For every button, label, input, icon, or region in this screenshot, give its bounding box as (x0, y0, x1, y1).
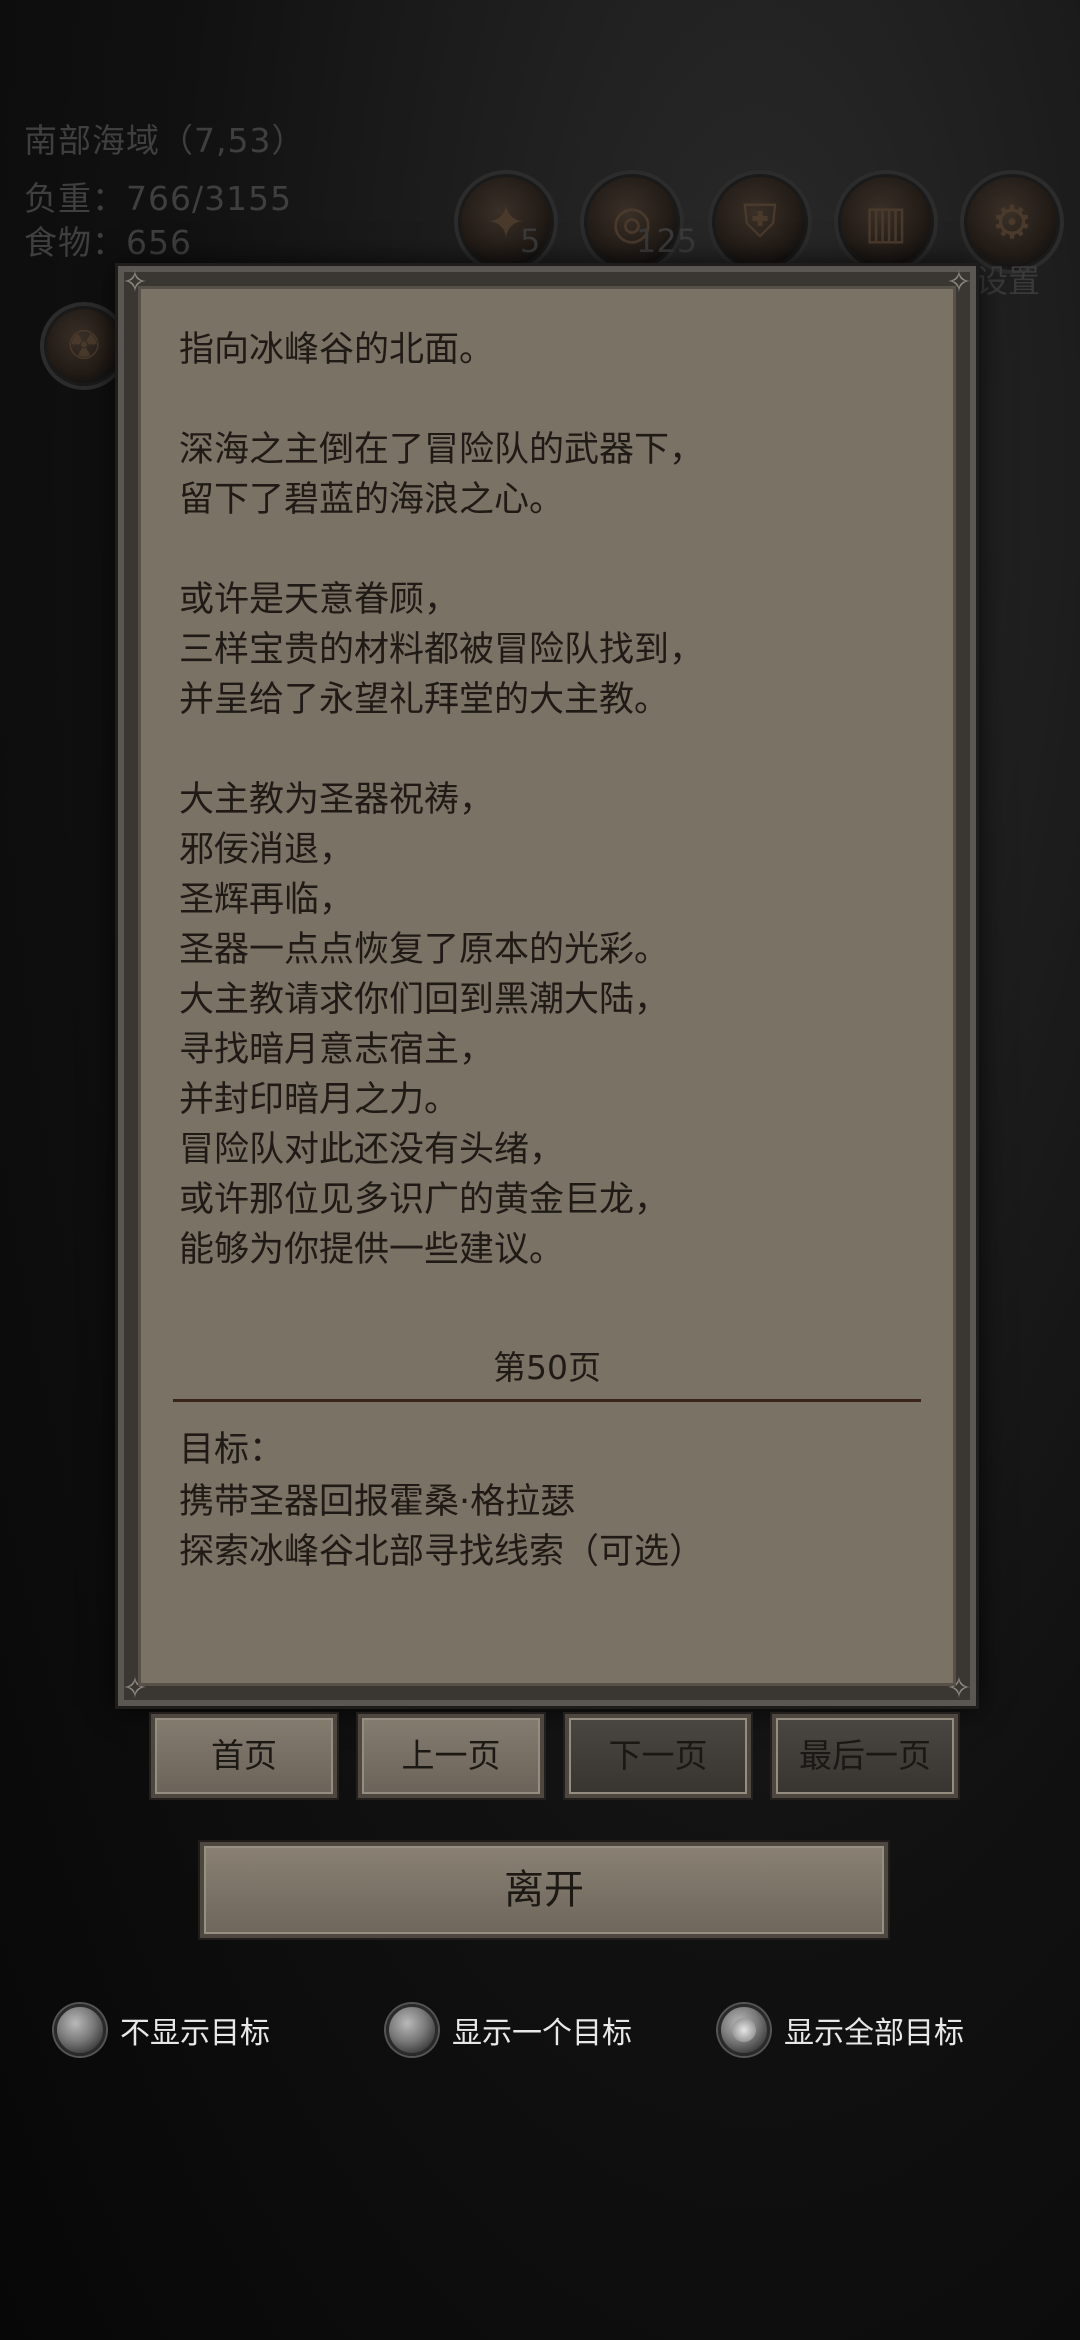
goal-item: 携带圣器回报霍桑·格拉瑟 (179, 1482, 576, 1522)
radiation-icon[interactable]: ☢ (40, 302, 128, 390)
radio-icon[interactable] (54, 2004, 106, 2056)
radio-icon[interactable] (386, 2004, 438, 2056)
radio-icon[interactable] (718, 2004, 770, 2056)
last-page-button[interactable]: 最后一页 (772, 1714, 958, 1798)
goal-item: 探索冰峰谷北部寻找线索（可选） (179, 1532, 705, 1572)
prev-page-button[interactable]: 上一页 (358, 1714, 544, 1798)
story-text: 指向冰峰谷的北面。 深海之主倒在了冒险队的武器下， 留下了碧蓝的海浪之心。 或许… (179, 330, 705, 1270)
next-page-button[interactable]: 下一页 (565, 1714, 751, 1798)
story-dialog: ✧ ✧ ✧ ✧ 指向冰峰谷的北面。 深海之主倒在了冒险队的武器下， 留下了碧蓝的… (118, 266, 976, 1706)
radio-hide-goals[interactable]: 不显示目标 (54, 2004, 270, 2056)
settings-label: 设置 (976, 262, 1041, 300)
parchment-page: 指向冰峰谷的北面。 深海之主倒在了冒险队的武器下， 留下了碧蓝的海浪之心。 或许… (138, 286, 956, 1686)
food-label: 食物：656 (24, 223, 192, 262)
radio-label: 不显示目标 (120, 2016, 270, 2051)
divider (173, 1399, 921, 1402)
shield-icon[interactable]: ⛨ (708, 170, 812, 274)
first-page-button[interactable]: 首页 (151, 1714, 337, 1798)
radio-label: 显示全部目标 (784, 2016, 964, 2051)
goals-heading: 目标： (179, 1430, 285, 1470)
leave-button[interactable]: 离开 (200, 1842, 888, 1938)
radio-label: 显示一个目标 (452, 2016, 632, 2051)
radio-show-all-goals[interactable]: 显示全部目标 (718, 2004, 964, 2056)
location-label: 南部海域（7,53） (24, 121, 306, 160)
barrel-icon[interactable]: ▥ (834, 170, 938, 274)
load-label: 负重：766/3155 (24, 179, 293, 218)
radio-show-one-goal[interactable]: 显示一个目标 (386, 2004, 632, 2056)
torch-icon[interactable]: ✦ (454, 170, 558, 274)
torch-count: 5 (520, 222, 541, 260)
portal-count: 125 (636, 222, 698, 260)
page-number: 第50页 (493, 1348, 601, 1387)
